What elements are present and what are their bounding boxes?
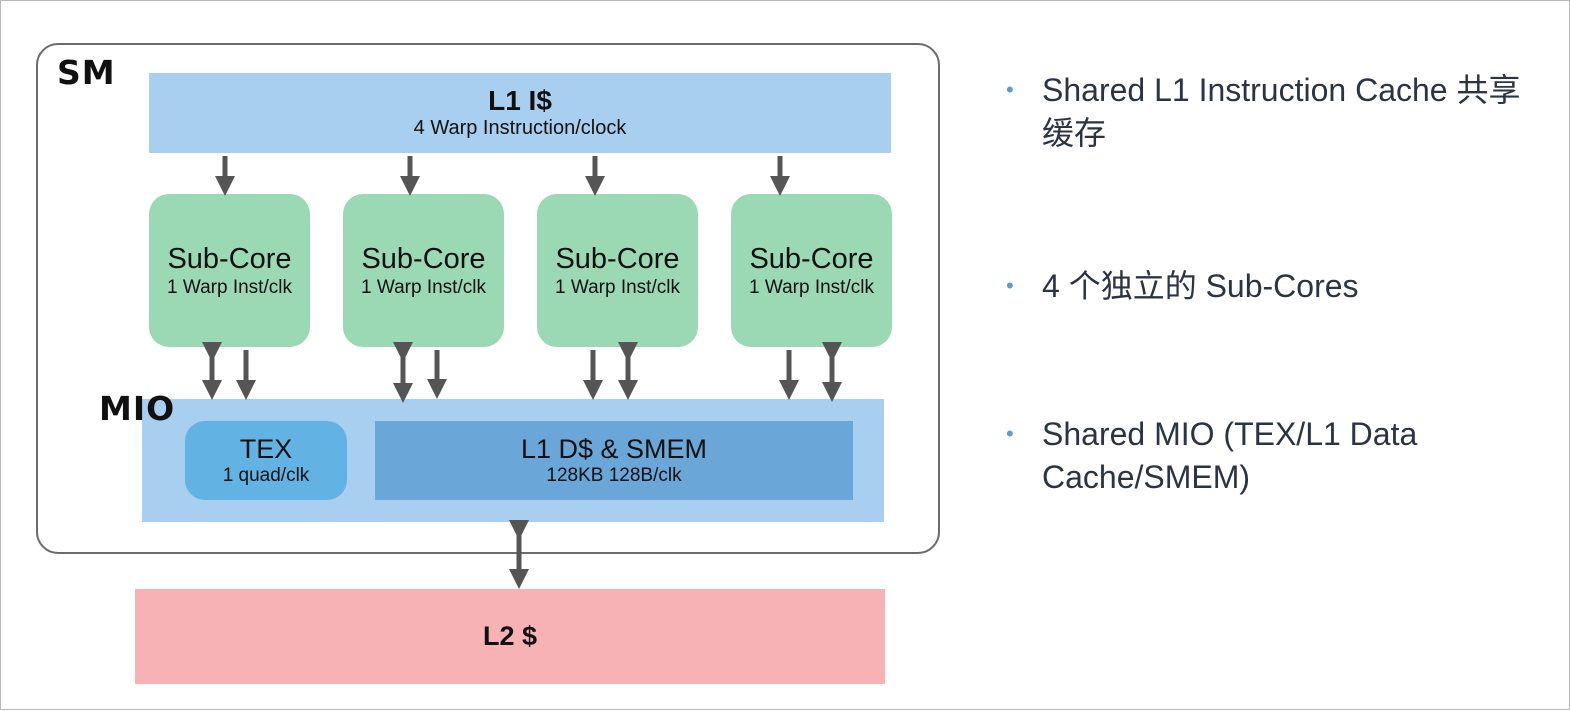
bullet-item: • Shared L1 Instruction Cache 共享缓存	[1006, 69, 1546, 155]
sm-label: SM	[57, 53, 116, 92]
bullet-dot-icon: •	[1006, 421, 1014, 446]
subcore-box-1: Sub-Core 1 Warp Inst/clk	[149, 194, 310, 347]
l1i-title: L1 I$	[488, 85, 552, 116]
bullet-dot-icon: •	[1006, 273, 1014, 298]
mio-label: MIO	[99, 389, 176, 428]
slide: SM L1 I$ 4 Warp Instruction/clock Sub-Co…	[0, 0, 1570, 710]
l1d-title: L1 D$ & SMEM	[520, 433, 708, 464]
tex-title: TEX	[239, 433, 293, 464]
subcore-box-4: Sub-Core 1 Warp Inst/clk	[731, 194, 892, 347]
tex-box: TEX 1 quad/clk	[185, 421, 347, 500]
l1d-subtitle: 128KB 128B/clk	[546, 464, 682, 486]
subcore-title: Sub-Core	[361, 242, 486, 275]
l2-title: L2 $	[482, 621, 538, 651]
l1i-subtitle: 4 Warp Instruction/clock	[413, 117, 627, 139]
subcore-title: Sub-Core	[167, 242, 292, 275]
l1-data-cache-box: L1 D$ & SMEM 128KB 128B/clk	[375, 421, 853, 500]
subcore-subtitle: 1 Warp Inst/clk	[749, 276, 874, 298]
subcore-title: Sub-Core	[749, 242, 874, 275]
bullet-dot-icon: •	[1006, 77, 1014, 102]
subcore-subtitle: 1 Warp Inst/clk	[167, 276, 292, 298]
l2-cache-box: L2 $	[135, 589, 885, 684]
l1-instruction-cache-box: L1 I$ 4 Warp Instruction/clock	[149, 73, 891, 153]
subcore-box-3: Sub-Core 1 Warp Inst/clk	[537, 194, 698, 347]
subcore-subtitle: 1 Warp Inst/clk	[555, 276, 680, 298]
bullet-item: • Shared MIO (TEX/L1 Data Cache/SMEM)	[1006, 413, 1546, 499]
bullet-text: Shared L1 Instruction Cache 共享缓存	[1042, 72, 1521, 151]
bullet-item: • 4 个独立的 Sub-Cores	[1006, 265, 1546, 308]
tex-subtitle: 1 quad/clk	[222, 464, 310, 486]
bullet-text: Shared MIO (TEX/L1 Data Cache/SMEM)	[1042, 416, 1418, 495]
subcore-box-2: Sub-Core 1 Warp Inst/clk	[343, 194, 504, 347]
subcore-subtitle: 1 Warp Inst/clk	[361, 276, 486, 298]
subcore-title: Sub-Core	[555, 242, 680, 275]
bullet-text: 4 个独立的 Sub-Cores	[1042, 268, 1359, 304]
